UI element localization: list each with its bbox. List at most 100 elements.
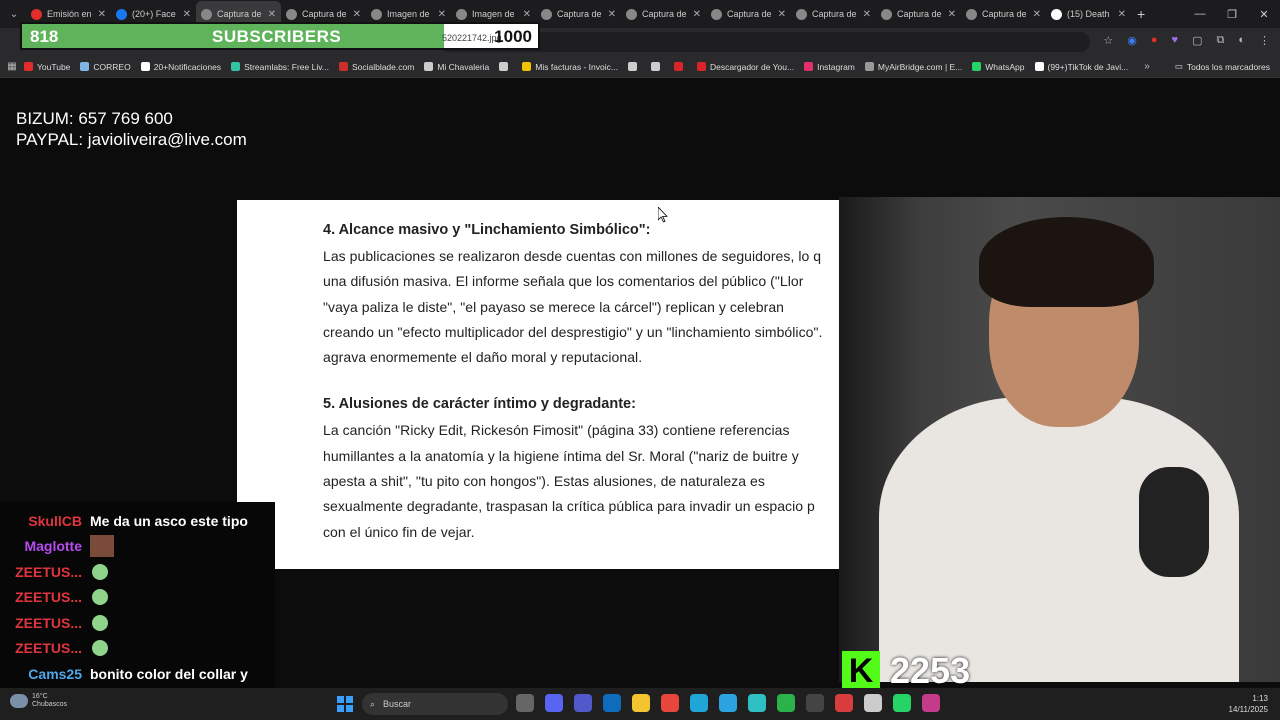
browser-tab[interactable]: Captura de ✕ [706, 1, 791, 27]
chat-message: ZEETUS... [0, 559, 275, 584]
browser-tab[interactable]: Captura de ✕ [961, 1, 1046, 27]
bookmark-list: YouTube CORREO 20+Notificaciones Streamlabs… [24, 62, 1138, 72]
bookmark-item[interactable]: YouTube [24, 62, 70, 72]
bookmark-item[interactable]: Mi Chavaleria [424, 62, 489, 72]
bookmark-item[interactable] [673, 62, 687, 71]
tab-close-icon[interactable]: ✕ [268, 9, 276, 20]
tab-close-icon[interactable]: ✕ [438, 9, 446, 20]
browser-tab[interactable]: Captura de ✕ [536, 1, 621, 27]
section-4-body: Las publicaciones se realizaron desde cu… [323, 244, 839, 370]
web-icon[interactable] [748, 694, 766, 712]
tab-label: Emisión en [47, 9, 92, 19]
section-4-title: 4. Alcance masivo y "Linchamiento Simból… [323, 222, 651, 238]
obs-icon[interactable] [806, 694, 824, 712]
kick-count: 2253 [890, 650, 971, 691]
extensions-puzzle-icon[interactable]: ⧉ [1216, 34, 1224, 47]
bookmark-item[interactable]: 20+Notificaciones [140, 62, 221, 72]
bookmark-item[interactable]: Streamlabs: Free Liv... [231, 62, 329, 72]
chat-message: ZEETUS... [0, 585, 275, 610]
profile-avatar-icon[interactable]: ◐ [1238, 34, 1245, 47]
subscriber-goal-bar: 520221742.jpg 818 SUBSCRIBERS 1000 [20, 22, 540, 50]
bookmark-item[interactable]: (99+)TikTok de Javi... [1034, 62, 1128, 72]
browser-tab[interactable]: (15) Death ✕ [1046, 1, 1131, 27]
bookmark-item[interactable]: CORREO [80, 62, 131, 72]
bookmark-favicon-icon [424, 62, 434, 71]
chrome-alt-icon[interactable] [864, 694, 882, 712]
taskbar: 16°C Chubascos ⌕ Buscar 1:13 14/11/2025 [0, 688, 1280, 720]
extension-icon[interactable]: ● [1151, 34, 1158, 47]
screen: ⌄ Emisión en ✕ (20+) Face ✕ Captura de ✕ Captu… [0, 0, 1280, 720]
bookmark-item[interactable] [499, 62, 512, 71]
app-icon[interactable] [835, 694, 853, 712]
tab-close-icon[interactable]: ✕ [98, 9, 106, 20]
tab-close-icon[interactable]: ✕ [693, 9, 701, 20]
outlook-icon[interactable] [603, 694, 621, 712]
bookmark-item[interactable] [650, 62, 664, 71]
document-line: humillantes a la anatomía y la higiene í… [323, 447, 799, 464]
teams-icon[interactable] [574, 694, 592, 712]
bookmark-item[interactable]: Instagram [804, 62, 855, 72]
bookmark-item[interactable]: MyAirBridge.com | E... [864, 62, 962, 72]
taskbar-search[interactable]: ⌕ Buscar [362, 693, 508, 715]
browser-tab[interactable]: Captura de ✕ [791, 1, 876, 27]
bookmark-item[interactable]: WhatsApp [972, 62, 1025, 72]
tab-label: Captura de [557, 9, 602, 19]
edge-icon[interactable] [690, 694, 708, 712]
restore-icon[interactable]: ❐ [1216, 0, 1248, 28]
system-clock[interactable]: 1:13 14/11/2025 [1229, 693, 1268, 715]
browser-tab[interactable]: Captura de ✕ [621, 1, 706, 27]
tab-close-icon[interactable]: ✕ [523, 9, 531, 20]
menu-kebab-icon[interactable]: ⋮ [1259, 34, 1270, 47]
minimize-icon[interactable]: — [1184, 0, 1216, 28]
tab-close-icon[interactable]: ✕ [778, 9, 786, 20]
apps-grid-icon[interactable]: ▦ [0, 61, 24, 72]
window-controls: — ❐ ✕ [1184, 0, 1280, 28]
bookmark-star-icon[interactable]: ☆ [1103, 34, 1113, 47]
camtasia-icon[interactable] [777, 694, 795, 712]
bookmark-favicon-icon [80, 62, 90, 71]
blob-emote-icon [92, 614, 108, 631]
tab-favicon-icon [881, 8, 892, 20]
tab-close-icon[interactable]: ✕ [183, 9, 191, 20]
document-line: apesta a shit", "tu pito con hongos"). E… [323, 473, 765, 490]
new-tab-icon[interactable]: + [1137, 6, 1145, 22]
bookmark-item[interactable]: Descargador de You... [696, 62, 794, 72]
blob-emote-icon [92, 589, 108, 605]
clock-time: 1:13 [1252, 694, 1268, 703]
chat-text: bonito color del collar y [90, 665, 248, 682]
weather-widget[interactable]: 16°C Chubascos [10, 693, 67, 709]
extension-icon[interactable]: ▢ [1192, 34, 1202, 47]
bookmark-item[interactable]: Mis facturas - Invoic... [522, 62, 618, 72]
chat-username: Cams25 [28, 665, 82, 682]
extension-icon[interactable]: ◉ [1127, 34, 1137, 47]
task-view-icon[interactable] [516, 694, 534, 712]
snip-icon[interactable] [922, 694, 940, 712]
close-window-icon[interactable]: ✕ [1248, 0, 1280, 28]
document-line: con el único fin de vejar. [323, 523, 475, 540]
tab-close-icon[interactable]: ✕ [1033, 9, 1041, 20]
bookmark-favicon-icon [499, 62, 509, 71]
whatsapp-icon[interactable] [893, 694, 911, 712]
chrome-icon[interactable] [661, 694, 679, 712]
tab-label: Captura de [217, 9, 262, 19]
telegram-icon[interactable] [719, 694, 737, 712]
tab-label: Captura de [982, 9, 1027, 19]
tab-close-icon[interactable]: ✕ [353, 9, 361, 20]
chat-message: ZEETUS... [0, 610, 275, 635]
tab-close-icon[interactable]: ✕ [608, 9, 616, 20]
tab-close-icon[interactable]: ✕ [863, 9, 871, 20]
bookmark-item[interactable]: Socialblade.com [338, 62, 414, 72]
browser-tab[interactable]: Captura de ✕ [876, 1, 961, 27]
windows-start-icon[interactable] [337, 696, 353, 712]
bookmark-favicon-icon [140, 62, 150, 71]
tab-close-icon[interactable]: ✕ [948, 9, 956, 20]
bookmark-item[interactable] [627, 62, 641, 71]
tab-close-icon[interactable]: ✕ [1118, 9, 1126, 20]
discord-icon[interactable] [545, 694, 563, 712]
blob-emote-icon [92, 563, 108, 580]
file-explorer-icon[interactable] [632, 694, 650, 712]
extension-icon[interactable]: ♥ [1172, 34, 1179, 47]
all-bookmarks-folder[interactable]: ▭ Todos los marcadores [1175, 61, 1270, 72]
tab-label: Captura de [727, 9, 772, 19]
more-bookmarks-icon[interactable]: » [1144, 61, 1150, 72]
